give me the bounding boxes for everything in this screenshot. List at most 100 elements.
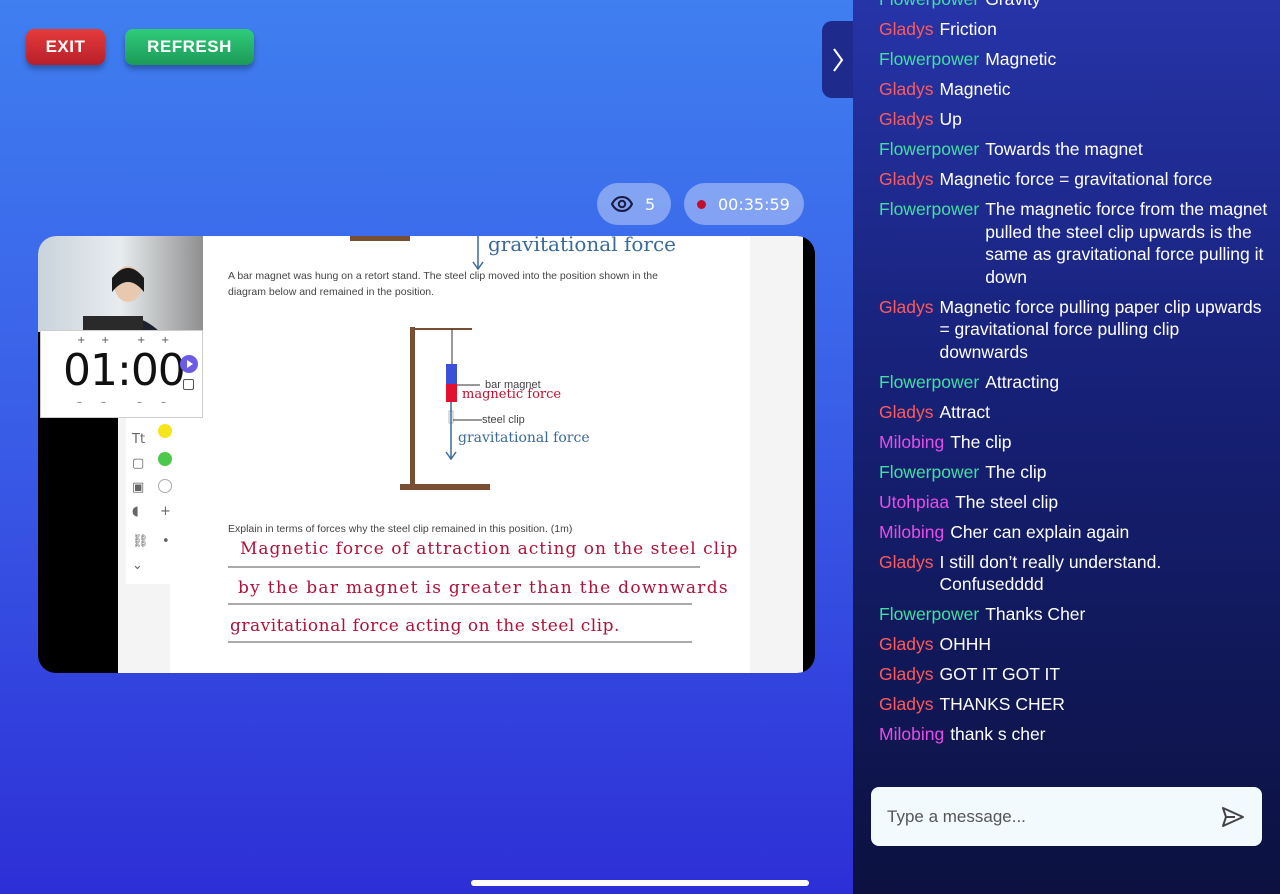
chat-message-author: Gladys	[879, 551, 934, 572]
shape-tool-icon[interactable]: ▢	[132, 456, 144, 471]
add-color-icon[interactable]: +	[160, 504, 171, 519]
chat-message-text: Gravity	[985, 0, 1040, 11]
chat-message: Milobing thank s cher	[879, 723, 1269, 746]
timer-minus-icon[interactable]: –	[161, 397, 166, 408]
chat-message: Flowerpower The clip	[879, 461, 1269, 484]
pen-size-icon[interactable]: •	[162, 534, 170, 549]
chat-message: Flowerpower Gravity	[879, 0, 1269, 11]
chat-message: Gladys Up	[879, 108, 1269, 131]
answer-line-1: Magnetic force of attraction acting on t…	[240, 539, 739, 559]
chat-message: Flowerpower Attracting	[879, 371, 1269, 394]
chat-message-author: Gladys	[879, 169, 934, 189]
chat-message: Milobing The clip	[879, 431, 1269, 454]
handwritten-top-label: gravitational force	[488, 236, 677, 256]
chat-message-text: Up	[939, 109, 962, 129]
chat-message-text: Magnetic	[985, 49, 1057, 69]
exit-button[interactable]: EXIT	[26, 29, 105, 65]
chat-message-author: Utohpiaa	[879, 491, 950, 512]
chat-message-list[interactable]: FlowerpowerGravityGladysFrictionFlowerpo…	[879, 0, 1269, 753]
chat-message-author: Gladys	[879, 694, 934, 714]
chat-message-text: Magnetic	[939, 79, 1011, 99]
chat-message-text: THANKS CHER	[939, 694, 1065, 714]
chat-message-author: Gladys	[879, 19, 934, 39]
chat-message: Gladys GOT IT GOT IT	[879, 663, 1269, 686]
chat-message-author: Gladys	[879, 401, 934, 422]
send-icon[interactable]	[1220, 804, 1246, 830]
chat-message-author: Flowerpower	[879, 199, 980, 219]
timer-minus-icon[interactable]: –	[101, 397, 106, 408]
chat-message: Gladys Friction	[879, 18, 1269, 41]
slide-document: gravitational force A bar magnet was hun…	[118, 236, 803, 673]
chat-message-text: thank s cher	[950, 724, 1046, 744]
chat-message-author: Gladys	[879, 109, 934, 129]
presenter-silhouette	[83, 266, 160, 332]
chat-panel: FlowerpowerGravityGladysFrictionFlowerpo…	[853, 0, 1280, 894]
chat-message: Gladys THANKS CHER	[879, 693, 1269, 716]
question-text: A bar magnet was hung on a retort stand.…	[228, 270, 658, 298]
chat-message-text: OHHH	[939, 634, 991, 654]
chat-message-text: The magnetic force from the magnet pulle…	[985, 199, 1268, 287]
viewer-count: 5	[645, 194, 656, 214]
explain-prompt: Explain in terms of forces why the steel…	[228, 523, 573, 535]
color-swatch-green[interactable]	[158, 452, 172, 466]
chat-message: Flowerpower Magnetic	[879, 48, 1269, 71]
handwritten-gravity-label: gravitational force	[458, 430, 590, 446]
chat-message-author: Flowerpower	[879, 604, 980, 624]
chat-message: Gladys Attract	[879, 401, 1269, 424]
chat-message-author: Flowerpower	[879, 0, 979, 11]
chat-message-author: Flowerpower	[879, 371, 980, 392]
chat-message: Gladys OHHH	[879, 633, 1269, 656]
refresh-button[interactable]: REFRESH	[125, 29, 254, 65]
chat-message: Flowerpower The magnetic force from the m…	[879, 198, 1269, 288]
chat-input-box	[871, 787, 1262, 846]
chat-message-text: The clip	[950, 431, 1012, 452]
chat-message-author: Gladys	[879, 664, 934, 684]
color-swatch-white[interactable]	[158, 479, 172, 493]
text-tool-icon[interactable]: Tt	[132, 432, 145, 447]
timer-stop-button[interactable]	[183, 379, 194, 390]
chat-message: Flowerpower Towards the magnet	[879, 138, 1269, 161]
chat-message: Gladys Magnetic	[879, 78, 1269, 101]
chat-message-text: Magnetic force = gravitational force	[939, 169, 1213, 189]
live-stream-view: gravitational force A bar magnet was hun…	[38, 236, 815, 673]
chat-message-author: Gladys	[879, 634, 934, 654]
link-tool-icon[interactable]: ⛓	[132, 534, 149, 549]
timer-display: 01:00	[63, 345, 186, 396]
collapse-chevron-icon[interactable]: ⌄	[132, 558, 143, 573]
home-indicator[interactable]	[471, 880, 809, 886]
chat-message-text: Attracting	[985, 371, 1060, 392]
chat-message-author: Milobing	[879, 431, 945, 452]
chat-message-author: Flowerpower	[879, 49, 980, 69]
chat-message-author: Milobing	[879, 724, 945, 744]
viewer-count-badge: 5	[597, 183, 671, 225]
chat-message-author: Gladys	[879, 79, 934, 99]
chat-collapse-button[interactable]	[822, 21, 854, 98]
recording-duration: 00:35:59	[718, 194, 790, 214]
chat-message-author: Flowerpower	[879, 461, 980, 482]
chat-message-text: Magnetic force pulling paper clip upward…	[939, 296, 1262, 362]
slide-page: gravitational force A bar magnet was hun…	[170, 236, 750, 673]
recording-timer-badge: 00:35:59	[684, 183, 804, 225]
timer-play-button[interactable]	[180, 355, 198, 373]
chat-message-input[interactable]	[887, 787, 1207, 846]
color-swatch-yellow[interactable]	[158, 424, 172, 438]
chat-message-text: Cher can explain again	[950, 521, 1130, 542]
chat-message-text: The steel clip	[955, 491, 1059, 512]
chevron-right-icon	[833, 47, 844, 72]
timer-minus-icon[interactable]: –	[77, 397, 82, 408]
timer-minus-icon[interactable]: –	[137, 397, 142, 408]
chat-message-text: Towards the magnet	[985, 139, 1143, 159]
chat-message: Flowerpower Thanks Cher	[879, 603, 1269, 626]
image-tool-icon[interactable]: ▣	[132, 480, 144, 495]
steel-clip-label: steel clip	[482, 414, 525, 426]
handwriting-layer	[228, 236, 700, 643]
chat-message: Utohpiaa The steel clip	[879, 491, 1269, 514]
chat-message: Gladys Magnetic force pulling paper clip …	[879, 296, 1269, 364]
handwritten-magnetic-label: magnetic force	[462, 387, 562, 402]
chat-message-author: Gladys	[879, 296, 934, 317]
mic-tool-icon[interactable]: ◖	[132, 504, 139, 519]
chat-message-author: Flowerpower	[879, 139, 980, 159]
chat-message-text: Friction	[939, 19, 997, 39]
chat-message: Gladys I still don’t really understand. C…	[879, 551, 1269, 596]
chat-message: Gladys Magnetic force = gravitational for…	[879, 168, 1269, 191]
